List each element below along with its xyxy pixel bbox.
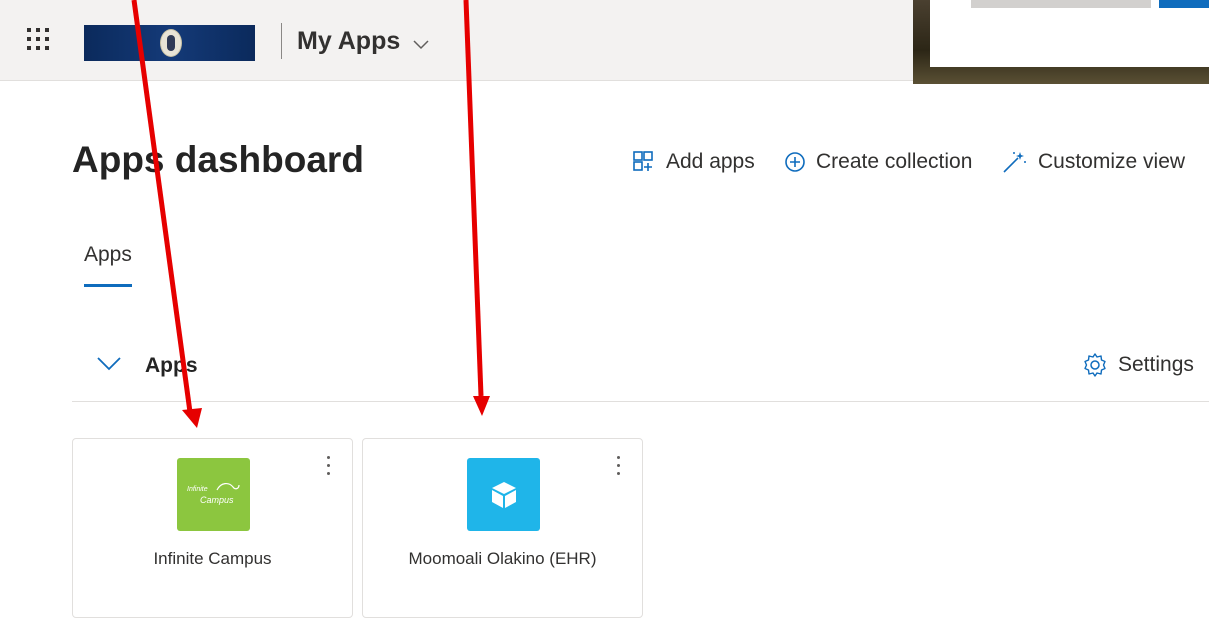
chevron-down-icon (413, 28, 429, 57)
add-apps-button[interactable]: Add apps (632, 150, 755, 174)
add-apps-label: Add apps (666, 150, 755, 173)
organization-logo[interactable] (84, 25, 255, 61)
magic-wand-icon (1003, 152, 1026, 173)
add-circle-icon (785, 152, 805, 172)
create-collection-label: Create collection (816, 150, 973, 173)
dialog-primary-button[interactable] (1159, 0, 1209, 8)
dialog-panel (930, 0, 1209, 67)
brand-label: My Apps (297, 27, 401, 55)
section-divider (72, 401, 1209, 402)
settings-button[interactable]: Settings (1082, 352, 1194, 378)
my-apps-menu-button[interactable]: My Apps (297, 27, 429, 57)
app-name: Moomoali Olakino (EHR) (408, 549, 597, 568)
section-title: Apps (145, 354, 198, 377)
add-apps-icon (633, 151, 653, 171)
logo-text-1: Infinite (187, 486, 208, 493)
collapse-section-chevron-icon[interactable] (96, 356, 122, 377)
app-tile-moomoali-olakino[interactable]: Moomoali Olakino (EHR) (362, 438, 643, 618)
more-options-icon[interactable] (616, 454, 622, 478)
app-name: Infinite Campus (153, 549, 272, 568)
customize-view-label: Customize view (1038, 150, 1186, 173)
customize-view-button[interactable]: Customize view (1002, 150, 1185, 174)
settings-label: Settings (1118, 353, 1194, 376)
gear-icon (1084, 353, 1106, 377)
dialog-secondary-button[interactable] (971, 0, 1151, 8)
seal-icon (160, 29, 182, 57)
tab-apps[interactable]: Apps (84, 243, 132, 267)
logo-text-2: Campus (200, 495, 234, 505)
infinite-campus-logo-icon: Infinite Campus (177, 458, 250, 531)
create-collection-button[interactable]: Create collection (784, 150, 972, 174)
page-title: Apps dashboard (72, 139, 364, 180)
cube-icon (467, 458, 540, 531)
app-launcher-icon[interactable] (27, 28, 53, 52)
more-options-icon[interactable] (326, 454, 332, 478)
header-divider (281, 23, 282, 59)
tab-selected-indicator (84, 284, 132, 287)
app-tile-infinite-campus[interactable]: Infinite Campus Infinite Campus (72, 438, 353, 618)
